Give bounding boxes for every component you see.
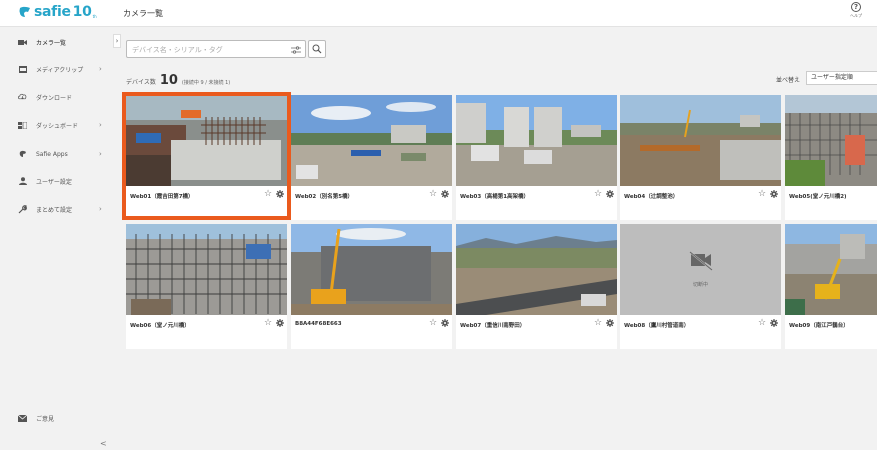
cloud-download-icon xyxy=(18,93,27,102)
sidebar-item-label: まとめて設定 xyxy=(36,206,73,214)
camera-name: Web02（別名第5橋） xyxy=(295,194,354,200)
camera-thumbnail[interactable] xyxy=(456,224,617,315)
chevron-right-icon: › xyxy=(99,150,102,158)
sidebar-item-label: メディアクリップ xyxy=(36,66,84,74)
camera-name: Web04（辻調整池） xyxy=(624,194,679,200)
gear-icon[interactable] xyxy=(441,319,449,327)
sidebar-item-media-clip[interactable]: メディアクリップ › xyxy=(0,61,114,77)
camera-card[interactable]: Web09（南江戸鶴台） xyxy=(785,224,877,349)
brand-number: 10 xyxy=(72,4,92,20)
camera-card[interactable]: B8A44F68E663 ☆ xyxy=(291,224,452,349)
sidebar-item-feedback[interactable]: ご意見 xyxy=(0,410,114,426)
chevron-right-icon: › xyxy=(99,205,102,213)
filter-icon[interactable] xyxy=(291,45,301,55)
sidebar-item-label: カメラ一覧 xyxy=(36,39,67,47)
camera-thumbnail[interactable] xyxy=(620,95,781,186)
help-icon: ? xyxy=(851,2,861,12)
gear-icon[interactable] xyxy=(770,190,778,198)
selection-highlight xyxy=(122,92,291,220)
camera-card[interactable]: Web03（高楊第1高架橋） ☆ xyxy=(456,95,617,220)
camera-thumbnail[interactable] xyxy=(126,224,287,315)
camera-name: Web07（重信川南野田） xyxy=(460,323,526,329)
camera-name: Web06（堂ノ元川橋） xyxy=(130,323,190,329)
camera-name: B8A44F68E663 xyxy=(295,321,342,327)
favorite-star-icon[interactable]: ☆ xyxy=(758,318,766,328)
device-count-detail: (接続中 9 / 未接続 1) xyxy=(181,80,231,86)
favorite-star-icon[interactable]: ☆ xyxy=(594,189,602,199)
search-icon xyxy=(312,44,322,54)
search-input[interactable] xyxy=(132,44,282,55)
sidebar-item-user-settings[interactable]: ユーザー設定 xyxy=(0,173,114,189)
mail-icon xyxy=(18,414,27,423)
device-count: デバイス数 10 (接続中 9 / 未接続 1) xyxy=(126,73,230,88)
camera-icon xyxy=(18,38,27,47)
camera-name: Web05(堂ノ元川橋2) xyxy=(789,194,847,200)
camera-card[interactable]: 切断中 Web08（鷹川村管道南） ☆ xyxy=(620,224,781,349)
sidebar-item-label: Safie Apps xyxy=(36,150,68,158)
camera-card[interactable]: Web02（別名第5橋） ☆ xyxy=(291,95,452,220)
favorite-star-icon[interactable]: ☆ xyxy=(594,318,602,328)
gear-icon[interactable] xyxy=(606,190,614,198)
sidebar-toggle-button[interactable]: › xyxy=(113,34,121,48)
camera-name: Web08（鷹川村管道南） xyxy=(624,323,690,329)
camera-name: Web03（高楊第1高架橋） xyxy=(460,194,530,200)
camera-thumbnail[interactable] xyxy=(785,95,877,186)
camera-thumbnail[interactable] xyxy=(291,95,452,186)
device-count-number: 10 xyxy=(159,73,178,88)
search-box xyxy=(126,40,306,58)
user-icon xyxy=(18,177,27,186)
camera-thumbnail-offline[interactable]: 切断中 xyxy=(620,224,781,315)
safie-logo[interactable]: safie 10 th xyxy=(18,4,97,20)
sidebar-item-label: ダウンロード xyxy=(36,94,73,102)
device-count-label: デバイス数 xyxy=(126,79,156,86)
help-button[interactable]: ? ヘルプ xyxy=(846,2,866,19)
brand-sub: th xyxy=(92,13,97,19)
camera-card[interactable]: Web06（堂ノ元川橋） ☆ xyxy=(126,224,287,349)
page-title: カメラ一覧 xyxy=(123,9,163,18)
camera-off-icon xyxy=(689,251,713,271)
offline-label: 切断中 xyxy=(692,282,708,288)
sidebar-item-download[interactable]: ダウンロード xyxy=(0,89,114,105)
chevron-right-icon: › xyxy=(99,121,102,129)
sort-label: 並べ替え xyxy=(776,77,801,84)
favorite-star-icon[interactable]: ☆ xyxy=(758,189,766,199)
gear-icon[interactable] xyxy=(441,190,449,198)
sidebar-item-dashboard[interactable]: ダッシュボード › xyxy=(0,117,114,133)
dashboard-icon xyxy=(18,121,27,130)
wrench-icon xyxy=(18,204,27,214)
camera-thumbnail[interactable] xyxy=(456,95,617,186)
favorite-star-icon[interactable]: ☆ xyxy=(264,318,272,328)
top-bar: safie 10 th カメラ一覧 ? ヘルプ xyxy=(0,0,877,27)
brand-name: safie xyxy=(34,4,71,20)
sidebar-item-bulk-settings[interactable]: まとめて設定 › xyxy=(0,201,114,217)
sidebar-item-safie-apps[interactable]: Safie Apps › xyxy=(0,146,114,162)
safie-logo-icon xyxy=(19,6,30,17)
gear-icon[interactable] xyxy=(770,319,778,327)
sidebar-item-camera-list[interactable]: カメラ一覧 xyxy=(0,34,114,50)
favorite-star-icon[interactable]: ☆ xyxy=(429,318,437,328)
camera-card[interactable]: Web07（重信川南野田） ☆ xyxy=(456,224,617,349)
camera-name: Web09（南江戸鶴台） xyxy=(789,323,849,329)
gear-icon[interactable] xyxy=(606,319,614,327)
sidebar-collapse-icon[interactable]: < xyxy=(100,439,107,448)
camera-card[interactable]: Web04（辻調整池） ☆ xyxy=(620,95,781,220)
sort-select[interactable]: ユーザー指定順 xyxy=(806,71,877,85)
camera-card[interactable]: Web05(堂ノ元川橋2) xyxy=(785,95,877,220)
feedback-label: ご意見 xyxy=(36,415,55,423)
chevron-right-icon: › xyxy=(99,65,102,73)
help-label: ヘルプ xyxy=(850,13,862,18)
sidebar-item-label: ダッシュボード xyxy=(36,122,79,130)
gear-icon[interactable] xyxy=(276,319,284,327)
camera-thumbnail[interactable] xyxy=(785,224,877,315)
sidebar: カメラ一覧 メディアクリップ › ダウンロード ダッシュボード › Safie … xyxy=(0,28,114,450)
camera-thumbnail[interactable] xyxy=(291,224,452,315)
apps-icon xyxy=(18,150,27,159)
film-icon xyxy=(18,65,27,74)
search-button[interactable] xyxy=(308,40,326,58)
favorite-star-icon[interactable]: ☆ xyxy=(429,189,437,199)
sidebar-item-label: ユーザー設定 xyxy=(36,178,72,186)
